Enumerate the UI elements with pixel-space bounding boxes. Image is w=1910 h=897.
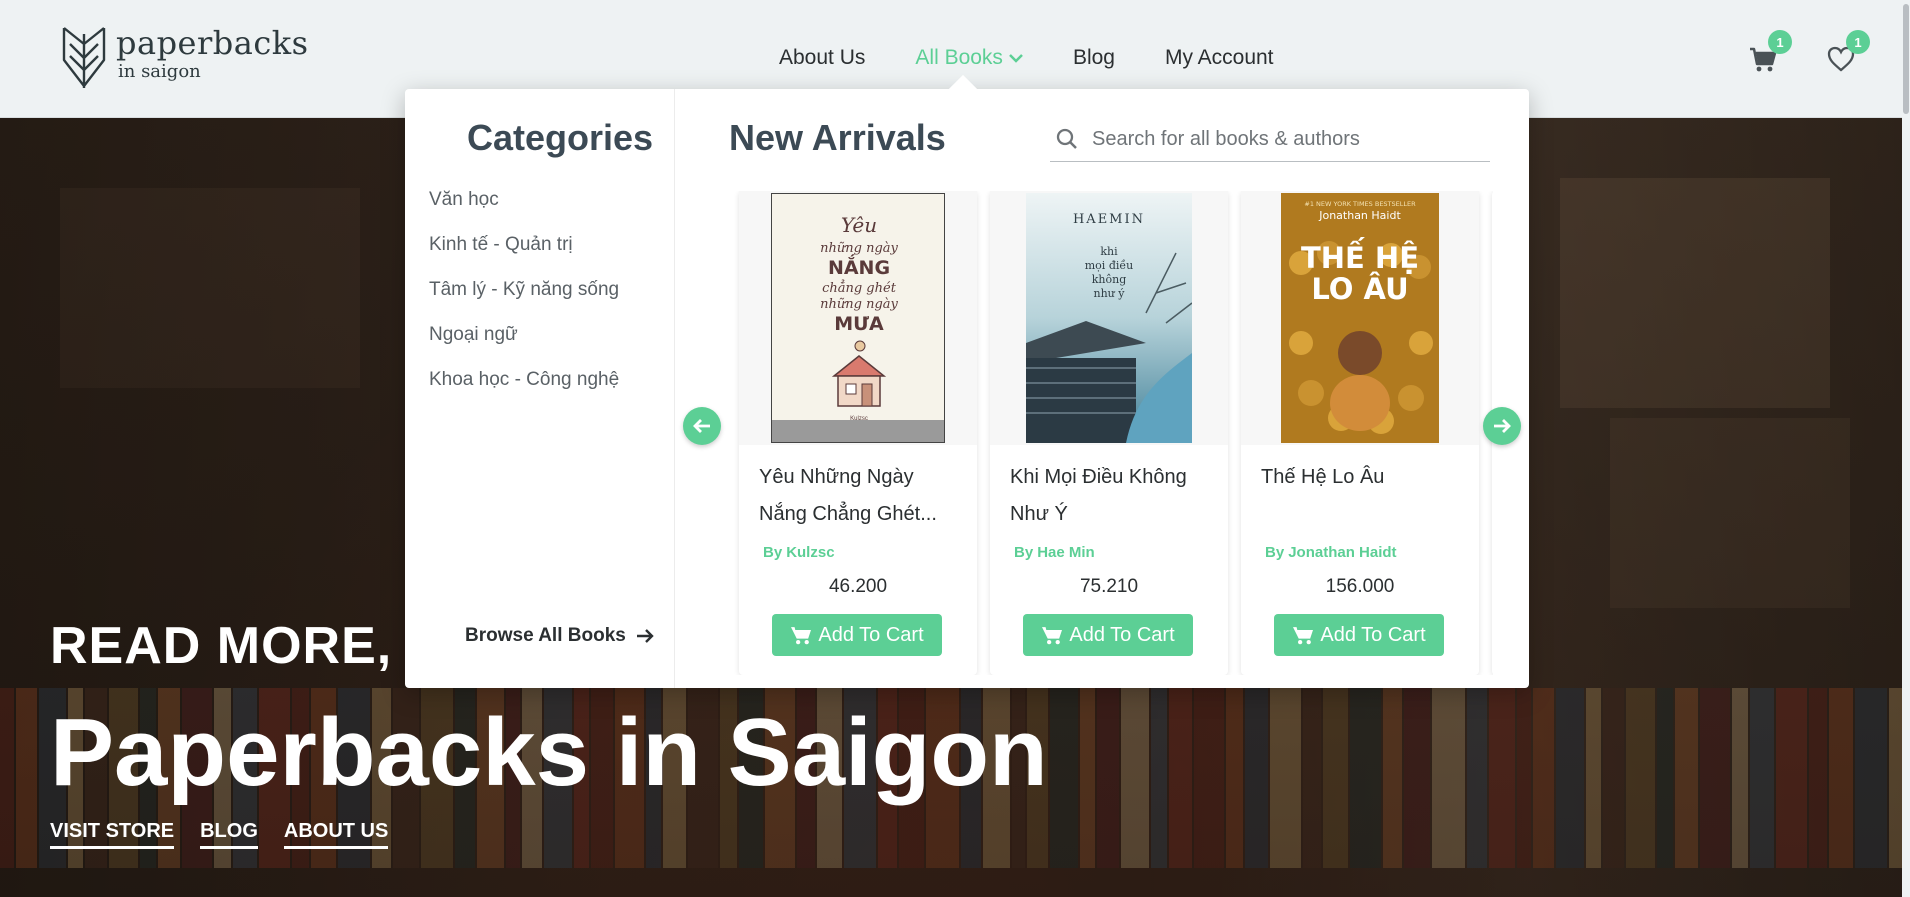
book-title[interactable]: Thế Hệ Lo Âu bbox=[1261, 459, 1461, 533]
cover-illustration: Yêu những ngày NẮNG chẳng ghét những ngà… bbox=[772, 213, 944, 442]
book-card[interactable]: HAEMIN khi mọi điều không như ý Khi Mọi … bbox=[990, 191, 1228, 675]
search-icon bbox=[1056, 128, 1077, 149]
nav-all-books[interactable]: All Books bbox=[915, 46, 1023, 70]
cart-icon bbox=[791, 627, 812, 645]
arrow-right-icon bbox=[1494, 419, 1511, 433]
categories-panel: Categories Văn học Kinh tế - Quản trị Tâ… bbox=[405, 89, 675, 688]
arrow-right-icon bbox=[636, 629, 654, 643]
add-to-cart-button[interactable]: Add To Cart bbox=[772, 614, 942, 656]
page-scrollbar[interactable] bbox=[1902, 0, 1910, 897]
add-to-cart-button[interactable]: Add To Cart bbox=[1023, 614, 1193, 656]
book-cover: HAEMIN khi mọi điều không như ý bbox=[1026, 193, 1192, 443]
cart-button[interactable]: 1 bbox=[1748, 30, 1792, 78]
svg-text:NẮNG: NẮNG bbox=[828, 253, 890, 279]
author-name: Kulzsc bbox=[786, 544, 835, 561]
author-prefix: By bbox=[1265, 544, 1285, 561]
carousel-next-button[interactable] bbox=[1483, 407, 1521, 445]
cover-illustration: HAEMIN khi mọi điều không như ý bbox=[1026, 193, 1192, 443]
book-title[interactable]: Yêu Những Ngày Nắng Chẳng Ghét... bbox=[759, 459, 959, 533]
author-prefix: By bbox=[1014, 544, 1034, 561]
book-cover: Yêu những ngày NẮNG chẳng ghét những ngà… bbox=[771, 193, 945, 443]
svg-text:MƯA: MƯA bbox=[834, 313, 884, 335]
cover-illustration: #1 NEW YORK TIMES BESTSELLER Jonathan Ha… bbox=[1281, 193, 1439, 443]
svg-text:Yêu: Yêu bbox=[841, 213, 877, 237]
book-title[interactable]: Khi Mọi Điều Không Như Ý bbox=[1010, 459, 1210, 533]
main-nav: About Us All Books Blog My Account bbox=[779, 46, 1324, 70]
all-books-mega-menu: Categories Văn học Kinh tế - Quản trị Tâ… bbox=[405, 74, 1529, 688]
svg-text:khi: khi bbox=[1100, 245, 1118, 258]
category-item[interactable]: Tâm lý - Kỹ năng sống bbox=[429, 279, 619, 324]
book-price: 46.200 bbox=[828, 576, 888, 597]
arrow-left-icon bbox=[693, 419, 710, 433]
svg-text:LO ÂU: LO ÂU bbox=[1311, 272, 1408, 306]
add-to-cart-label: Add To Cart bbox=[1320, 623, 1426, 646]
add-to-cart-label: Add To Cart bbox=[818, 623, 924, 646]
book-cover-frame: #1 NEW YORK TIMES BESTSELLER Jonathan Ha… bbox=[1241, 191, 1479, 445]
svg-text:Jonathan Haidt: Jonathan Haidt bbox=[1318, 209, 1401, 222]
brand-subtitle: in saigon bbox=[118, 61, 201, 82]
search-input[interactable] bbox=[1092, 127, 1472, 151]
hero-title: Paperbacks in Saigon bbox=[50, 699, 1048, 806]
svg-text:THẾ HỆ: THẾ HỆ bbox=[1301, 238, 1419, 275]
carousel-prev-button[interactable] bbox=[683, 407, 721, 445]
category-item[interactable]: Khoa học - Công nghệ bbox=[429, 369, 619, 414]
book-author[interactable]: By Jonathan Haidt bbox=[1261, 544, 1397, 561]
browse-all-books-label: Browse All Books bbox=[465, 625, 626, 646]
book-cover-frame: Yêu những ngày NẮNG chẳng ghét những ngà… bbox=[739, 191, 977, 445]
category-item[interactable]: Ngoại ngữ bbox=[429, 324, 619, 369]
cart-icon bbox=[1042, 627, 1063, 645]
nav-blog[interactable]: Blog bbox=[1073, 46, 1115, 70]
categories-title: Categories bbox=[467, 117, 654, 158]
logo[interactable]: paperbacks in saigon bbox=[60, 24, 309, 94]
browse-all-books-link[interactable]: Browse All Books bbox=[465, 625, 654, 647]
book-cover: #1 NEW YORK TIMES BESTSELLER Jonathan Ha… bbox=[1281, 193, 1439, 443]
book-search bbox=[1050, 117, 1490, 162]
book-card[interactable]: Yêu những ngày NẮNG chẳng ghét những ngà… bbox=[739, 191, 977, 675]
nav-all-books-label: All Books bbox=[915, 46, 1003, 69]
wishlist-count-badge: 1 bbox=[1846, 30, 1870, 54]
svg-text:không: không bbox=[1092, 273, 1127, 286]
hero-tagline: READ MORE, C bbox=[50, 617, 447, 675]
new-arrivals-carousel: Yêu những ngày NẮNG chẳng ghét những ngà… bbox=[729, 191, 1493, 675]
wishlist-button[interactable]: 1 bbox=[1826, 30, 1870, 78]
svg-text:những ngày: những ngày bbox=[820, 297, 898, 312]
book-leaf-logo-icon bbox=[62, 27, 106, 88]
svg-text:#1 NEW YORK TIMES BESTSELLER: #1 NEW YORK TIMES BESTSELLER bbox=[1304, 200, 1416, 208]
chevron-down-icon bbox=[1009, 54, 1023, 63]
author-name: Hae Min bbox=[1037, 544, 1095, 561]
category-item[interactable]: Văn học bbox=[429, 189, 619, 234]
visit-store-link[interactable]: VISIT STORE bbox=[50, 820, 175, 849]
brand-name: paperbacks bbox=[116, 24, 309, 62]
about-us-link[interactable]: ABOUT US bbox=[283, 820, 389, 849]
book-price: 156.000 bbox=[1325, 576, 1395, 597]
nav-my-account[interactable]: My Account bbox=[1165, 46, 1274, 70]
book-author[interactable]: By Hae Min bbox=[1010, 544, 1095, 561]
svg-text:HAEMIN: HAEMIN bbox=[1073, 212, 1145, 227]
svg-text:những ngày: những ngày bbox=[820, 241, 898, 256]
category-item[interactable]: Kinh tế - Quản trị bbox=[429, 234, 619, 279]
new-arrivals-title: New Arrivals bbox=[729, 117, 946, 158]
category-list: Văn học Kinh tế - Quản trị Tâm lý - Kỹ n… bbox=[429, 189, 619, 414]
cart-icon bbox=[1293, 627, 1314, 645]
nav-about-us[interactable]: About Us bbox=[779, 46, 865, 70]
author-name: Jonathan Haidt bbox=[1288, 544, 1397, 561]
add-to-cart-button[interactable]: Add To Cart bbox=[1274, 614, 1444, 656]
book-cover-frame: HAEMIN khi mọi điều không như ý bbox=[990, 191, 1228, 445]
author-prefix: By bbox=[763, 544, 783, 561]
cart-count-badge: 1 bbox=[1768, 30, 1792, 54]
book-price: 75.210 bbox=[1079, 576, 1139, 597]
add-to-cart-label: Add To Cart bbox=[1069, 623, 1175, 646]
blog-link[interactable]: BLOG bbox=[200, 820, 258, 849]
svg-text:như ý: như ý bbox=[1094, 287, 1126, 300]
scrollbar-thumb[interactable] bbox=[1903, 4, 1909, 114]
book-author[interactable]: By Kulzsc bbox=[759, 544, 835, 561]
hero-links: VISIT STORE BLOG ABOUT US bbox=[50, 820, 414, 849]
book-card[interactable]: #1 NEW YORK TIMES BESTSELLER Jonathan Ha… bbox=[1241, 191, 1479, 675]
svg-text:chẳng ghét: chẳng ghét bbox=[822, 279, 897, 296]
svg-text:mọi điều: mọi điều bbox=[1085, 259, 1133, 272]
